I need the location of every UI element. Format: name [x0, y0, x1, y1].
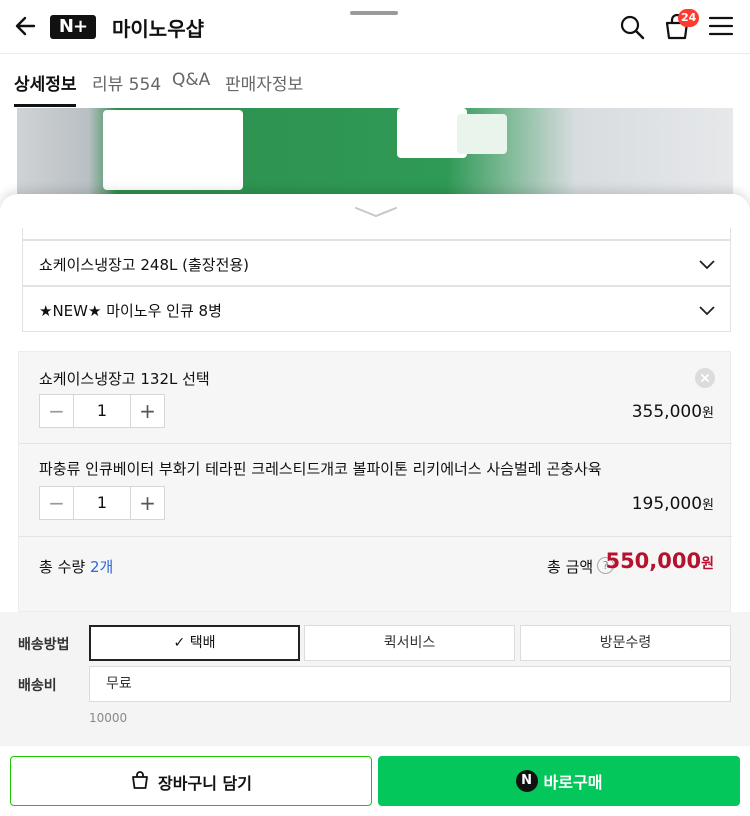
- quantity-stepper: − 1 +: [39, 394, 165, 428]
- option-select-incu-8[interactable]: ★NEW★ 마이노우 인큐 8병: [22, 286, 731, 332]
- add-to-cart-label: 장바구니 담기: [158, 774, 252, 793]
- add-to-cart-button[interactable]: 장바구니 담기: [10, 756, 372, 806]
- search-icon[interactable]: [618, 13, 646, 41]
- increase-button[interactable]: +: [130, 395, 164, 427]
- chevron-down-icon: [698, 255, 716, 273]
- product-tabs: 상세정보 리뷰 554 Q&A 판매자정보: [0, 54, 750, 108]
- quantity-value[interactable]: 1: [74, 487, 130, 519]
- option-sheet: 쇼케이스냉장고 248L (출장전용) ★NEW★ 마이노우 인큐 8병 쇼케이…: [0, 194, 750, 746]
- tab-seller-info[interactable]: 판매자정보: [225, 70, 303, 95]
- remove-item-icon[interactable]: [695, 368, 715, 388]
- shopping-bag-icon: [130, 770, 150, 794]
- item-price: 195,000원: [631, 494, 714, 514]
- shipping-section: 배송방법 ✓ 택배 퀵서비스 방문수령 배송비 무료 10000: [0, 612, 750, 746]
- decrease-button[interactable]: −: [40, 395, 74, 427]
- product-photo: [17, 108, 733, 194]
- store-name[interactable]: 마이노우샵: [112, 13, 204, 42]
- buy-now-label: 바로구매: [543, 773, 603, 792]
- selected-items-box: 쇼케이스냉장고 132L 선택 − 1 + 355,000원 파충류 인큐베이터…: [18, 351, 732, 612]
- shipping-option-pickup[interactable]: 방문수령: [520, 625, 731, 661]
- shipping-fee-value: 무료: [89, 666, 731, 702]
- total-amount: 550,000원: [605, 549, 714, 573]
- shipping-fee-note: 10000: [89, 711, 128, 725]
- hamburger-menu-icon[interactable]: [708, 14, 734, 38]
- item-name: 쇼케이스냉장고 132L 선택: [39, 370, 210, 388]
- option-label: 쇼케이스냉장고 248L (출장전용): [39, 256, 250, 274]
- shipping-fee-label: 배송비: [18, 678, 57, 694]
- naver-pay-icon: N: [515, 770, 538, 792]
- divider: [19, 443, 732, 444]
- quantity-value[interactable]: 1: [74, 395, 130, 427]
- top-bar: N+ 마이노우샵 24: [0, 0, 750, 54]
- tab-details[interactable]: 상세정보: [14, 70, 77, 95]
- option-label: ★NEW★ 마이노우 인큐 8병: [39, 302, 222, 320]
- back-arrow-icon[interactable]: [12, 12, 40, 40]
- drag-handle[interactable]: [350, 11, 398, 15]
- cart-count-badge: 24: [678, 9, 700, 27]
- quantity-stepper: − 1 +: [39, 486, 165, 520]
- tab-reviews[interactable]: 리뷰 554: [92, 70, 161, 95]
- chevron-down-icon: [698, 301, 716, 319]
- collapse-chevron-icon[interactable]: [354, 204, 398, 223]
- shipping-option-quick[interactable]: 퀵서비스: [304, 625, 515, 661]
- total-quantity: 총 수량 2개: [39, 558, 114, 576]
- shipping-option-parcel[interactable]: ✓ 택배: [89, 625, 300, 661]
- item-price: 355,000원: [631, 402, 714, 422]
- tab-qna[interactable]: Q&A: [172, 70, 210, 90]
- naver-plus-logo[interactable]: N+: [50, 15, 96, 39]
- total-amount-label: 총 금액: [547, 558, 594, 576]
- item-name: 파충류 인큐베이터 부화기 테라핀 크레스티드개코 볼파이톤 리키에너스 사슴벌…: [39, 460, 602, 478]
- active-tab-indicator: [14, 104, 76, 107]
- bottom-action-bar: 장바구니 담기 N 바로구매: [0, 746, 750, 816]
- increase-button[interactable]: +: [130, 487, 164, 519]
- option-list-top: [22, 228, 731, 240]
- shipping-method-label: 배송방법: [18, 637, 70, 653]
- buy-now-button[interactable]: N 바로구매: [378, 756, 740, 806]
- option-select-showcase-248[interactable]: 쇼케이스냉장고 248L (출장전용): [22, 240, 731, 286]
- divider: [19, 536, 732, 537]
- decrease-button[interactable]: −: [40, 487, 74, 519]
